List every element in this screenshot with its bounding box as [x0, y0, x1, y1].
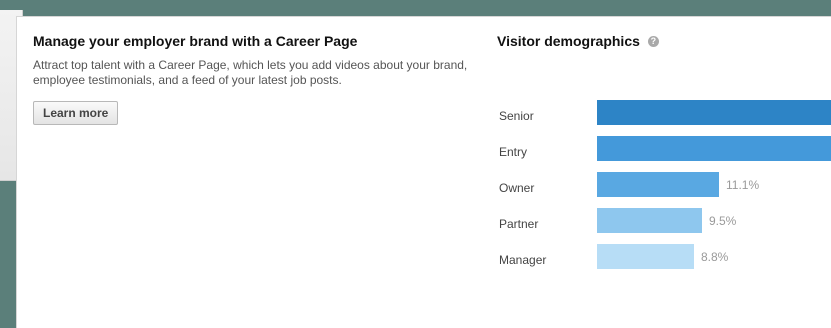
demographics-rows: Senior Entry Owner 11.1% Partner 9.5% Manager 8…: [497, 100, 831, 280]
demographic-bar: [597, 244, 694, 269]
demographic-label: Owner: [499, 181, 535, 195]
promo-description: Attract top talent with a Career Page, w…: [33, 58, 468, 87]
demographics-title: Visitor demographics: [497, 33, 640, 49]
demographic-percent: 11.1%: [726, 178, 760, 192]
demographic-label: Entry: [499, 145, 528, 159]
question-circle-icon[interactable]: ?: [647, 35, 659, 47]
learn-more-button[interactable]: Learn more: [33, 101, 119, 125]
demographic-bar: [597, 208, 702, 233]
demographic-row: Entry: [497, 136, 831, 172]
career-page-panel: Manage your employer brand with a Career…: [16, 16, 831, 328]
promo-heading: Manage your employer brand with a Career…: [33, 33, 358, 49]
visitor-demographics: Visitor demographics ? Senior Entry Owner 1…: [497, 32, 831, 269]
demographic-label: Manager: [499, 253, 547, 267]
demographics-header: Visitor demographics ?: [497, 32, 831, 50]
demographic-row: Senior: [497, 100, 831, 136]
page-background: Manage your employer brand with a Career…: [0, 0, 831, 328]
demographic-label: Partner: [499, 217, 539, 231]
demographic-row: Owner 11.1%: [497, 172, 831, 208]
demographic-row: Partner 9.5%: [497, 208, 831, 244]
demographic-percent: 9.5%: [709, 214, 737, 228]
demographic-bar: [597, 172, 719, 197]
demographic-bar: [597, 100, 831, 125]
demographic-percent: 8.8%: [701, 250, 729, 264]
demographic-bar: [597, 136, 831, 161]
career-page-promo: Manage your employer brand with a Career…: [33, 32, 483, 125]
demographic-label: Senior: [499, 109, 534, 123]
demographic-row: Manager 8.8%: [497, 244, 831, 280]
